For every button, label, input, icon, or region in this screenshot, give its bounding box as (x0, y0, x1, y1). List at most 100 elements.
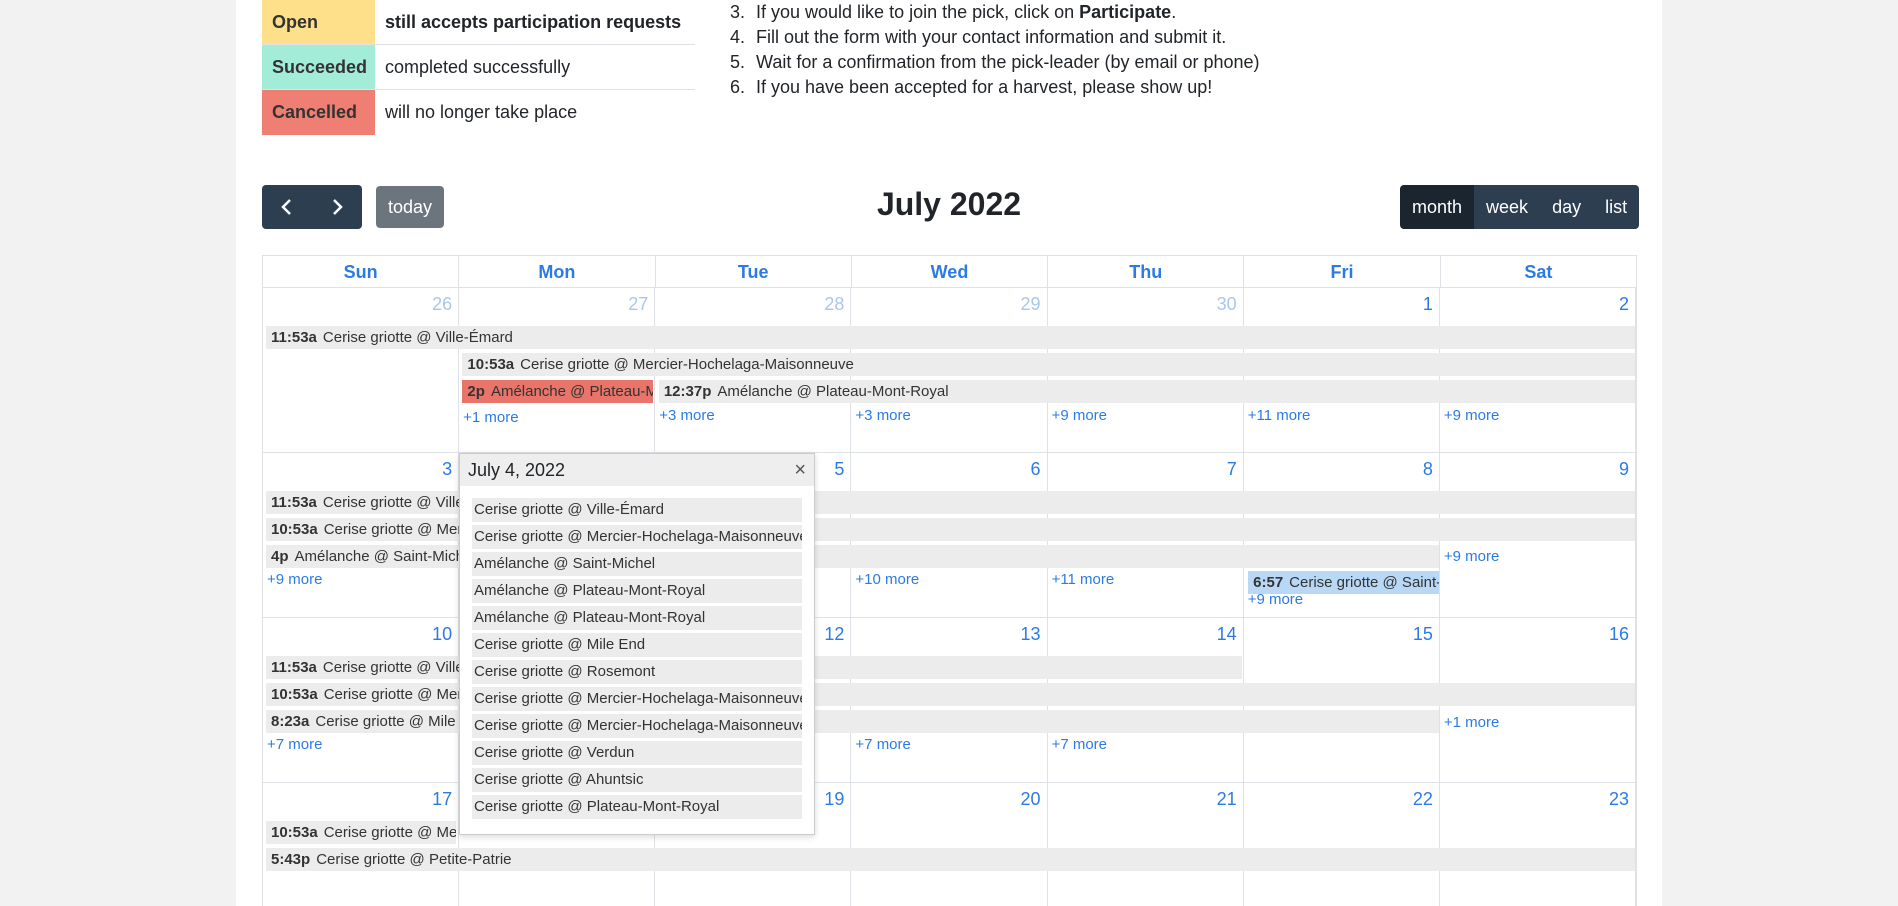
day-number[interactable]: 12 (824, 624, 844, 645)
view-day-button[interactable]: day (1540, 185, 1594, 229)
day-number[interactable]: 21 (1217, 789, 1237, 810)
legend-badge-open: Open (262, 0, 375, 44)
popover-title: July 4, 2022 (468, 459, 566, 480)
step-3: 3. If you would like to join the pick, cl… (730, 2, 1177, 22)
popover-event[interactable]: Cerise griotte @ Mercier-Hochelaga-Maiso… (472, 525, 802, 549)
step-5: 5. Wait for a confirmation from the pick-… (730, 52, 1260, 72)
more-link[interactable]: +9 more (1444, 407, 1499, 424)
day-number[interactable]: 10 (432, 624, 452, 645)
more-link[interactable]: +9 more (267, 571, 322, 588)
day-of-week-header: Sun Mon Tue Wed Thu Fri Sat (263, 256, 1636, 288)
step-6: 6. If you have been accepted for a harves… (730, 77, 1213, 97)
event-time: 8:23a (271, 713, 310, 730)
event-title: Cerise griotte @ Saint-Léonard (1289, 574, 1439, 591)
calendar-event[interactable]: 6:57 Cerise griotte @ Saint-Léonard (1248, 571, 1439, 594)
more-link[interactable]: +1 more (463, 409, 518, 426)
more-link[interactable]: +11 more (1052, 571, 1115, 588)
calendar-event[interactable]: 10:53a Cerise griotte @ Mercier-Hochelaga… (462, 353, 1635, 376)
day-number[interactable]: 20 (1021, 789, 1041, 810)
day-cell[interactable]: 22 (1244, 783, 1440, 906)
event-time: 10:53a (271, 521, 318, 538)
close-icon[interactable]: × (794, 459, 806, 482)
popover-event[interactable]: Cerise griotte @ Mercier-Hochelaga-Maiso… (472, 687, 802, 711)
day-number[interactable]: 7 (1227, 459, 1237, 480)
event-time: 10:53a (467, 356, 515, 373)
popover-event[interactable]: Cerise griotte @ Plateau-Mont-Royal (472, 795, 802, 819)
day-cell[interactable]: 17 (263, 783, 460, 906)
event-time: 12:37p (663, 383, 712, 400)
calendar-event[interactable]: 10:53a Cerise griotte @ Mercier-Hochelaga… (266, 821, 457, 844)
event-title: Amélanche @ Saint-Michel (294, 548, 476, 565)
calendar-event[interactable]: 5:43p Cerise griotte @ Petite-Patrie (266, 848, 1635, 871)
legend-desc-cancelled: will no longer take place (385, 102, 578, 122)
dow-thu: Thu (1048, 256, 1245, 287)
status-legend: Open still accepts participation request… (262, 0, 695, 135)
event-title: Cerise griotte @ Petite-Patrie (316, 851, 512, 868)
legend-row-succeeded: Succeeded completed successfully (262, 45, 695, 90)
day-number[interactable]: 15 (1413, 624, 1433, 645)
day-number[interactable]: 5 (834, 459, 844, 480)
more-link[interactable]: +7 more (267, 736, 322, 753)
day-number[interactable]: 6 (1031, 459, 1041, 480)
view-week-button[interactable]: week (1474, 185, 1541, 229)
day-cell[interactable]: 21 (1048, 783, 1244, 906)
more-link[interactable]: +9 more (1444, 548, 1499, 565)
more-link[interactable]: +7 more (855, 736, 910, 753)
popover-event[interactable]: Cerise griotte @ Mile End (472, 633, 802, 657)
event-time: 10:53a (271, 824, 318, 841)
legend-badge-succeeded: Succeeded (262, 45, 375, 89)
event-time: 5:43p (271, 851, 311, 868)
popover-event[interactable]: Cerise griotte @ Mercier-Hochelaga-Maiso… (472, 714, 802, 738)
day-number[interactable]: 14 (1217, 624, 1237, 645)
popover-event[interactable]: Amélanche @ Plateau-Mont-Royal (472, 579, 802, 603)
day-number[interactable]: 29 (1021, 294, 1041, 315)
popover-event[interactable]: Cerise griotte @ Rosemont (472, 660, 802, 684)
more-link[interactable]: +3 more (659, 407, 714, 424)
calendar-event[interactable]: 4p Amélanche @ Saint-Michel (266, 545, 1439, 568)
more-link[interactable]: +10 more (855, 571, 919, 588)
day-cell[interactable]: 23 (1440, 783, 1636, 906)
popover-event[interactable]: Amélanche @ Plateau-Mont-Royal (472, 606, 802, 630)
dow-mon: Mon (459, 256, 656, 287)
day-number[interactable]: 8 (1423, 459, 1433, 480)
view-list-button[interactable]: list (1593, 185, 1640, 229)
event-time: 10:53a (271, 686, 318, 703)
more-link[interactable]: +9 more (1052, 407, 1107, 424)
calendar-event[interactable]: 12:37p Amélanche @ Plateau-Mont-Royal (658, 380, 1635, 403)
more-link[interactable]: +1 more (1444, 714, 1499, 731)
day-number[interactable]: 17 (432, 789, 452, 810)
popover-event[interactable]: Cerise griotte @ Ville-Émard (472, 498, 802, 522)
day-number[interactable]: 26 (432, 294, 452, 315)
more-link[interactable]: +3 more (855, 407, 910, 424)
view-month-button[interactable]: month (1400, 185, 1475, 229)
more-link[interactable]: +7 more (1052, 736, 1107, 753)
dow-fri: Fri (1244, 256, 1441, 287)
popover-event[interactable]: Amélanche @ Saint-Michel (472, 552, 802, 576)
day-number[interactable]: 27 (628, 294, 648, 315)
legend-badge-cancelled: Cancelled (262, 90, 375, 135)
day-number[interactable]: 19 (824, 789, 844, 810)
day-number[interactable]: 28 (824, 294, 844, 315)
day-number[interactable]: 30 (1217, 294, 1237, 315)
day-cell[interactable]: 26 (263, 288, 460, 452)
day-number[interactable]: 3 (442, 459, 452, 480)
event-time: 11:53a (271, 329, 317, 346)
popover-event[interactable]: Cerise griotte @ Verdun (472, 741, 802, 765)
popover-event[interactable]: Cerise griotte @ Ahuntsic (472, 768, 802, 792)
day-number[interactable]: 2 (1619, 294, 1629, 315)
instruction-steps: 3. If you would like to join the pick, cl… (730, 0, 1260, 100)
day-number[interactable]: 22 (1413, 789, 1433, 810)
more-link[interactable]: +11 more (1248, 407, 1311, 424)
calendar-event[interactable]: 2p Amélanche @ Plateau-Mont-Royal (462, 380, 653, 403)
day-cell[interactable]: 20 (851, 783, 1048, 906)
day-number[interactable]: 16 (1609, 624, 1629, 645)
event-title: Cerise griotte @ Mercier-Hochelaga-Maiso… (520, 356, 854, 373)
calendar-event[interactable]: 8:23a Cerise griotte @ Mile End (266, 710, 1439, 733)
day-number[interactable]: 9 (1619, 459, 1629, 480)
day-number[interactable]: 13 (1021, 624, 1041, 645)
day-number[interactable]: 1 (1423, 294, 1433, 315)
day-number[interactable]: 23 (1609, 789, 1629, 810)
dow-tue: Tue (656, 256, 852, 287)
legend-desc-succeeded: completed successfully (385, 56, 571, 77)
calendar-event[interactable]: 11:53a Cerise griotte @ Ville-Émard (266, 326, 1635, 349)
